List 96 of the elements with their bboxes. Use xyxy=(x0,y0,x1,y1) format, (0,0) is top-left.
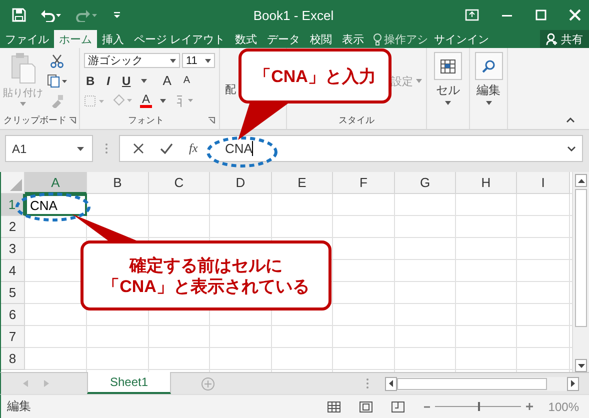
column-header[interactable]: G xyxy=(395,172,456,194)
column-header[interactable]: C xyxy=(149,172,210,194)
column-header[interactable]: A xyxy=(25,172,87,194)
font-size-dropdown[interactable]: 11 xyxy=(182,53,215,68)
caret-icon[interactable] xyxy=(445,101,451,105)
ribbon-tab[interactable]: ホーム xyxy=(54,30,97,48)
shrink-font-button[interactable]: A xyxy=(181,75,192,86)
enter-icon[interactable] xyxy=(160,143,173,154)
page-layout-view-icon[interactable] xyxy=(359,400,374,412)
row-header[interactable]: 4 xyxy=(1,260,25,282)
editing-button[interactable]: 編集 xyxy=(476,82,500,99)
sheet-tab[interactable]: Sheet1 xyxy=(87,372,172,394)
scrollbar-thumb[interactable] xyxy=(575,189,587,327)
grip-icon xyxy=(104,143,108,154)
caret-icon[interactable] xyxy=(140,78,147,82)
cancel-icon[interactable] xyxy=(133,143,144,154)
callout-text: 確定する前はセルに xyxy=(130,254,282,276)
callout-text: 「CNA」と表示されている xyxy=(102,276,310,296)
ribbon-tab[interactable]: 表示 xyxy=(337,30,370,48)
save-icon[interactable] xyxy=(12,8,26,22)
close-icon[interactable] xyxy=(569,9,581,21)
dialog-launcher-icon[interactable] xyxy=(68,117,76,124)
column-header[interactable]: E xyxy=(272,172,333,194)
tell-me-field[interactable]: 操作アシ xyxy=(384,32,428,46)
ribbon-tab[interactable]: ページ レイアウト xyxy=(129,30,230,48)
page-break-view-icon[interactable] xyxy=(391,400,406,412)
expand-icon[interactable] xyxy=(567,146,576,152)
scroll-right-button[interactable] xyxy=(567,376,579,390)
cells-icon[interactable] xyxy=(440,58,456,74)
ribbon-tab[interactable]: ファイル xyxy=(0,30,54,48)
column-header[interactable]: B xyxy=(87,172,149,194)
row-header[interactable]: 8 xyxy=(1,348,25,370)
insert-function-button[interactable]: fx xyxy=(189,141,198,156)
row-header[interactable]: 2 xyxy=(1,216,25,238)
column-header[interactable]: I xyxy=(517,172,570,194)
slider-thumb[interactable] xyxy=(478,402,480,411)
cells-button[interactable]: セル xyxy=(436,82,460,99)
dialog-launcher-icon[interactable] xyxy=(208,117,215,124)
fill-color-icon[interactable] xyxy=(112,94,132,107)
lightbulb-icon xyxy=(373,32,382,46)
ribbon-display-icon[interactable] xyxy=(465,9,479,21)
column-header[interactable]: H xyxy=(456,172,517,194)
scroll-down-button[interactable] xyxy=(575,359,587,372)
grip-icon xyxy=(366,378,369,389)
caret-icon[interactable] xyxy=(486,101,492,105)
scrollbar-thumb[interactable] xyxy=(397,378,547,390)
formula-input[interactable]: CNA xyxy=(225,141,252,156)
zoom-in-icon[interactable] xyxy=(525,402,534,411)
maximize-icon[interactable] xyxy=(535,9,547,21)
row-header[interactable]: 6 xyxy=(1,304,25,326)
scroll-left-button[interactable] xyxy=(385,376,397,390)
share-button[interactable]: 共有 xyxy=(540,30,589,48)
column-header[interactable]: D xyxy=(210,172,272,194)
row-header[interactable]: 7 xyxy=(1,326,25,348)
font-color-button[interactable]: A xyxy=(140,94,152,108)
italic-button[interactable]: I xyxy=(104,74,112,88)
window-title: Book1 - Excel xyxy=(252,8,335,22)
sign-in-link[interactable]: サインイン xyxy=(434,30,490,48)
arrow-down-icon[interactable] xyxy=(578,364,584,368)
arrow-right-icon[interactable] xyxy=(571,380,575,387)
normal-view-icon[interactable] xyxy=(327,400,342,412)
font-name-dropdown[interactable]: 游ゴシック xyxy=(84,53,180,68)
name-box[interactable]: A1 xyxy=(5,135,93,162)
arrow-left-icon[interactable] xyxy=(389,380,393,387)
undo-icon[interactable] xyxy=(40,8,62,22)
caret-icon[interactable] xyxy=(160,98,166,102)
bold-button[interactable]: B xyxy=(84,74,97,88)
alignment-button[interactable]: 配 xyxy=(225,82,236,97)
ribbon-tab[interactable]: 校閲 xyxy=(305,30,338,48)
row-header[interactable]: 5 xyxy=(1,282,25,304)
ribbon-tab[interactable]: データ xyxy=(262,30,306,48)
cut-icon[interactable] xyxy=(50,54,64,68)
group-label: スタイル xyxy=(338,114,374,127)
customize-icon[interactable] xyxy=(112,10,122,20)
scroll-up-button[interactable] xyxy=(575,174,587,187)
caret-icon[interactable] xyxy=(170,58,176,62)
row-header[interactable]: 1 xyxy=(1,194,25,216)
grow-font-button[interactable]: A xyxy=(160,73,174,88)
status-mode: 編集 xyxy=(7,398,31,415)
column-header[interactable]: F xyxy=(333,172,395,194)
row-header[interactable]: 3 xyxy=(1,238,25,260)
ribbon-tab[interactable]: 挿入 xyxy=(97,30,129,48)
copy-icon[interactable] xyxy=(47,74,67,88)
caret-icon[interactable] xyxy=(77,146,84,150)
dashed-highlight-ring xyxy=(206,136,278,168)
person-add-icon xyxy=(546,32,558,46)
arrow-up-icon[interactable] xyxy=(578,178,584,182)
group-label: フォント xyxy=(128,114,164,127)
caret-icon[interactable] xyxy=(205,58,211,62)
search-icon[interactable] xyxy=(482,59,496,73)
underline-button[interactable]: U xyxy=(120,74,133,88)
group-label: クリップボード xyxy=(4,114,66,127)
collapse-ribbon-icon[interactable] xyxy=(566,117,575,123)
active-cell[interactable]: CNA xyxy=(25,194,87,216)
callout-text: 「CNA」と入力 xyxy=(254,66,376,86)
ribbon-tab[interactable]: 数式 xyxy=(230,30,262,48)
